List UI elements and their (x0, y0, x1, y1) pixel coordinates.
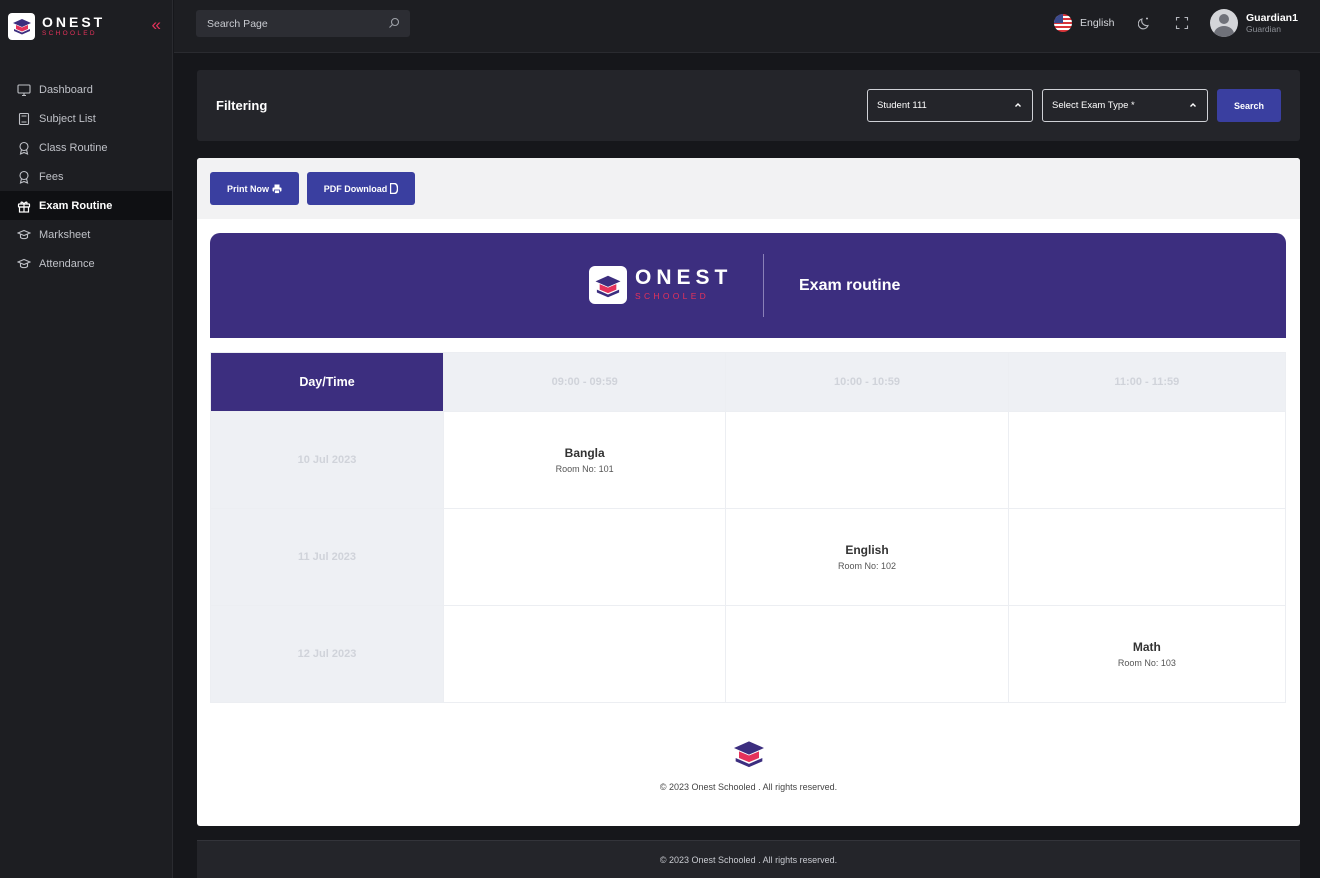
table-header-daytime: Day/Time (210, 352, 444, 412)
table-cell (1007, 508, 1287, 606)
search-input[interactable] (196, 10, 410, 37)
page-footer: © 2023 Onest Schooled . All rights reser… (197, 840, 1300, 878)
table-row: 10 Jul 2023 Bangla Room No: 101 (210, 411, 1287, 509)
language-label: English (1080, 17, 1115, 29)
brand-name: ONEST (42, 13, 106, 30)
routine-title: Exam routine (799, 277, 901, 294)
sidebar-item-exam-routine[interactable]: Exam Routine (0, 191, 172, 220)
print-now-button[interactable]: Print Now (210, 172, 299, 205)
search-button[interactable]: Search (1217, 89, 1281, 122)
sidebar-brand: ONEST SCHOOLED « (0, 0, 172, 52)
table-cell-date: 11 Jul 2023 (210, 508, 444, 606)
moon-icon[interactable] (1138, 16, 1152, 30)
user-menu[interactable]: Guardian1 Guardian (1210, 9, 1298, 37)
brand-mark-icon (733, 741, 764, 768)
banner-brand-tagline: SCHOOLED (635, 291, 710, 301)
brand-logo-icon (589, 266, 627, 304)
sidebar-menu: Dashboard Subject List Class Routine Fee… (0, 75, 172, 278)
monitor-icon (17, 83, 31, 96)
table-cell: Math Room No: 103 (1007, 605, 1287, 703)
sidebar-item-marksheet[interactable]: Marksheet (0, 220, 172, 249)
avatar (1210, 9, 1238, 37)
graduation-cap-icon (17, 229, 31, 239)
sidebar-item-dashboard[interactable]: Dashboard (0, 75, 172, 104)
card-footer: © 2023 Onest Schooled . All rights reser… (197, 738, 1300, 792)
action-bar: Print Now PDF Download (197, 158, 1300, 219)
table-row: 11 Jul 2023 English Room No: 102 (210, 508, 1287, 606)
table-header-slot: 10:00 - 10:59 (725, 352, 1009, 412)
table-cell-date: 12 Jul 2023 (210, 605, 444, 703)
student-select[interactable]: Student 111 (867, 89, 1033, 122)
table-row: 12 Jul 2023 Math Room No: 103 (210, 605, 1287, 703)
us-flag-icon (1054, 14, 1072, 32)
table-header-slot: 09:00 - 09:59 (442, 352, 727, 412)
table-cell (1007, 411, 1287, 509)
exam-subject: Bangla (564, 446, 605, 460)
exam-type-select[interactable]: Select Exam Type * (1042, 89, 1208, 122)
sidebar-item-class-routine[interactable]: Class Routine (0, 133, 172, 162)
sidebar-item-label: Dashboard (39, 83, 93, 96)
chevron-up-icon (1190, 103, 1196, 107)
routine-banner: ONEST SCHOOLED Exam routine (210, 233, 1286, 338)
exam-subject: Math (1132, 640, 1161, 654)
exam-routine-card: Print Now PDF Download ONEST SCHOOLED Ex… (197, 158, 1300, 826)
award-icon (19, 141, 29, 155)
print-now-label: Print Now (227, 183, 269, 194)
user-role: Guardian (1246, 24, 1281, 35)
brand-tagline: SCHOOLED (42, 29, 97, 37)
sidebar-collapse-icon[interactable]: « (152, 16, 161, 33)
printer-icon (272, 184, 282, 194)
search-box (196, 10, 410, 37)
sidebar-item-label: Attendance (39, 257, 95, 270)
student-select-value: Student 111 (877, 100, 927, 111)
banner-brand-name: ONEST (635, 266, 733, 289)
brand-text: ONEST SCHOOLED (42, 15, 105, 38)
table-cell (725, 605, 1009, 703)
sidebar-item-attendance[interactable]: Attendance (0, 249, 172, 278)
search-icon[interactable] (388, 17, 400, 29)
table-header-slot: 11:00 - 11:59 (1007, 352, 1287, 412)
fullscreen-icon[interactable] (1175, 16, 1189, 30)
exam-subject: English (845, 543, 889, 557)
sidebar-item-label: Subject List (39, 112, 96, 125)
sidebar-item-label: Exam Routine (39, 199, 113, 212)
sidebar: ONEST SCHOOLED « Dashboard Subject List … (0, 0, 173, 878)
brand-logo-icon[interactable] (8, 12, 35, 40)
table-cell-date: 10 Jul 2023 (210, 411, 444, 509)
graduation-cap-icon (17, 258, 31, 268)
topbar: English Guardian1 Guardian (174, 0, 1320, 53)
banner-divider (763, 254, 764, 317)
sidebar-item-label: Marksheet (39, 228, 91, 241)
sidebar-item-subject-list[interactable]: Subject List (0, 104, 172, 133)
filter-title: Filtering (216, 98, 268, 113)
chevron-up-icon (1015, 103, 1021, 107)
table-cell (725, 411, 1009, 509)
sidebar-item-label: Class Routine (39, 141, 108, 154)
table-cell (442, 508, 727, 606)
book-icon (18, 112, 30, 125)
document-icon (390, 183, 399, 194)
exam-type-select-value: Select Exam Type * (1052, 100, 1135, 111)
exam-room: Room No: 101 (555, 464, 614, 474)
exam-room: Room No: 102 (838, 561, 897, 571)
sidebar-item-fees[interactable]: Fees (0, 162, 172, 191)
table-cell (442, 605, 727, 703)
exam-room: Room No: 103 (1117, 658, 1176, 668)
filter-panel: Filtering Student 111 Select Exam Type *… (197, 70, 1300, 141)
table-cell: English Room No: 102 (725, 508, 1009, 606)
sidebar-item-label: Fees (39, 170, 64, 183)
banner-brand-text: ONEST SCHOOLED (635, 267, 732, 301)
pdf-download-button[interactable]: PDF Download (307, 172, 415, 205)
user-info: Guardian1 Guardian (1246, 12, 1298, 35)
user-name: Guardian1 (1246, 11, 1298, 24)
award-icon (19, 170, 29, 184)
exam-routine-table: Day/Time 09:00 - 09:59 10:00 - 10:59 11:… (210, 352, 1287, 703)
gift-icon (17, 201, 31, 213)
table-header-row: Day/Time 09:00 - 09:59 10:00 - 10:59 11:… (210, 352, 1287, 412)
language-selector[interactable]: English (1054, 14, 1114, 32)
table-cell: Bangla Room No: 101 (442, 411, 727, 509)
card-copyright: © 2023 Onest Schooled . All rights reser… (659, 782, 838, 792)
pdf-download-label: PDF Download (323, 183, 388, 194)
